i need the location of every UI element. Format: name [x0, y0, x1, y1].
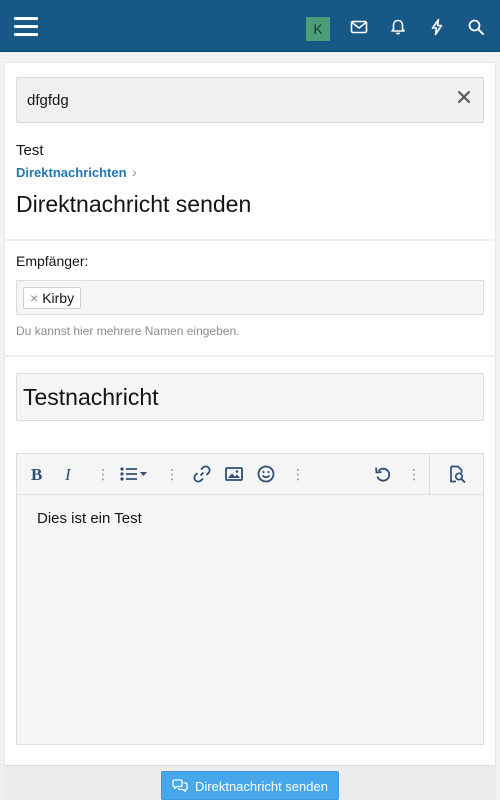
- chevron-right-icon: ›: [132, 164, 137, 180]
- breadcrumb-context: Test: [16, 142, 44, 159]
- envelope-icon[interactable]: [350, 18, 368, 36]
- undo-icon[interactable]: [373, 464, 393, 484]
- divider: [4, 239, 496, 241]
- divider: [4, 355, 496, 357]
- link-icon[interactable]: [192, 464, 212, 484]
- rich-text-editor[interactable]: B I ⋮ ⋮ ⋮ ⋮ Dies ist ein Test: [16, 453, 484, 745]
- list-icon[interactable]: [119, 464, 149, 484]
- recipients-label: Empfänger:: [16, 253, 89, 269]
- menu-icon[interactable]: [14, 16, 38, 36]
- send-message-button[interactable]: Direktnachricht senden: [161, 771, 339, 800]
- recipients-input[interactable]: × Kirby: [16, 280, 484, 315]
- token-remove-icon[interactable]: ×: [30, 290, 38, 306]
- notice-banner: dfgfdg: [16, 77, 484, 123]
- editor-toolbar: B I ⋮ ⋮ ⋮ ⋮: [17, 454, 483, 495]
- bell-icon[interactable]: [389, 18, 407, 36]
- more-icon[interactable]: ⋮: [165, 466, 179, 486]
- top-navigation-bar: K: [0, 0, 500, 52]
- more-icon[interactable]: ⋮: [96, 466, 110, 486]
- page-title: Direktnachricht senden: [16, 191, 252, 217]
- toolbar-separator: [429, 454, 430, 495]
- more-icon[interactable]: ⋮: [407, 466, 421, 486]
- bold-icon[interactable]: B: [31, 465, 42, 485]
- recipient-token: × Kirby: [23, 287, 82, 309]
- preview-icon[interactable]: [447, 464, 467, 484]
- lightning-icon[interactable]: [428, 18, 446, 36]
- breadcrumb-link[interactable]: Direktnachrichten: [16, 165, 127, 180]
- search-icon[interactable]: [467, 18, 485, 36]
- image-icon[interactable]: [224, 464, 244, 484]
- avatar[interactable]: K: [306, 17, 330, 41]
- title-input[interactable]: [16, 373, 484, 421]
- notice-text: dfgfdg: [27, 92, 69, 109]
- close-icon[interactable]: [455, 88, 473, 106]
- recipients-hint: Du kannst hier mehrere Namen eingeben.: [16, 324, 240, 338]
- smiley-icon[interactable]: [256, 464, 276, 484]
- editor-content[interactable]: Dies ist ein Test: [37, 510, 142, 527]
- send-button-label: Direktnachricht senden: [195, 779, 328, 794]
- italic-icon[interactable]: I: [65, 465, 71, 485]
- conversation-icon: [172, 779, 188, 793]
- more-icon[interactable]: ⋮: [291, 466, 305, 486]
- token-label: Kirby: [42, 290, 75, 306]
